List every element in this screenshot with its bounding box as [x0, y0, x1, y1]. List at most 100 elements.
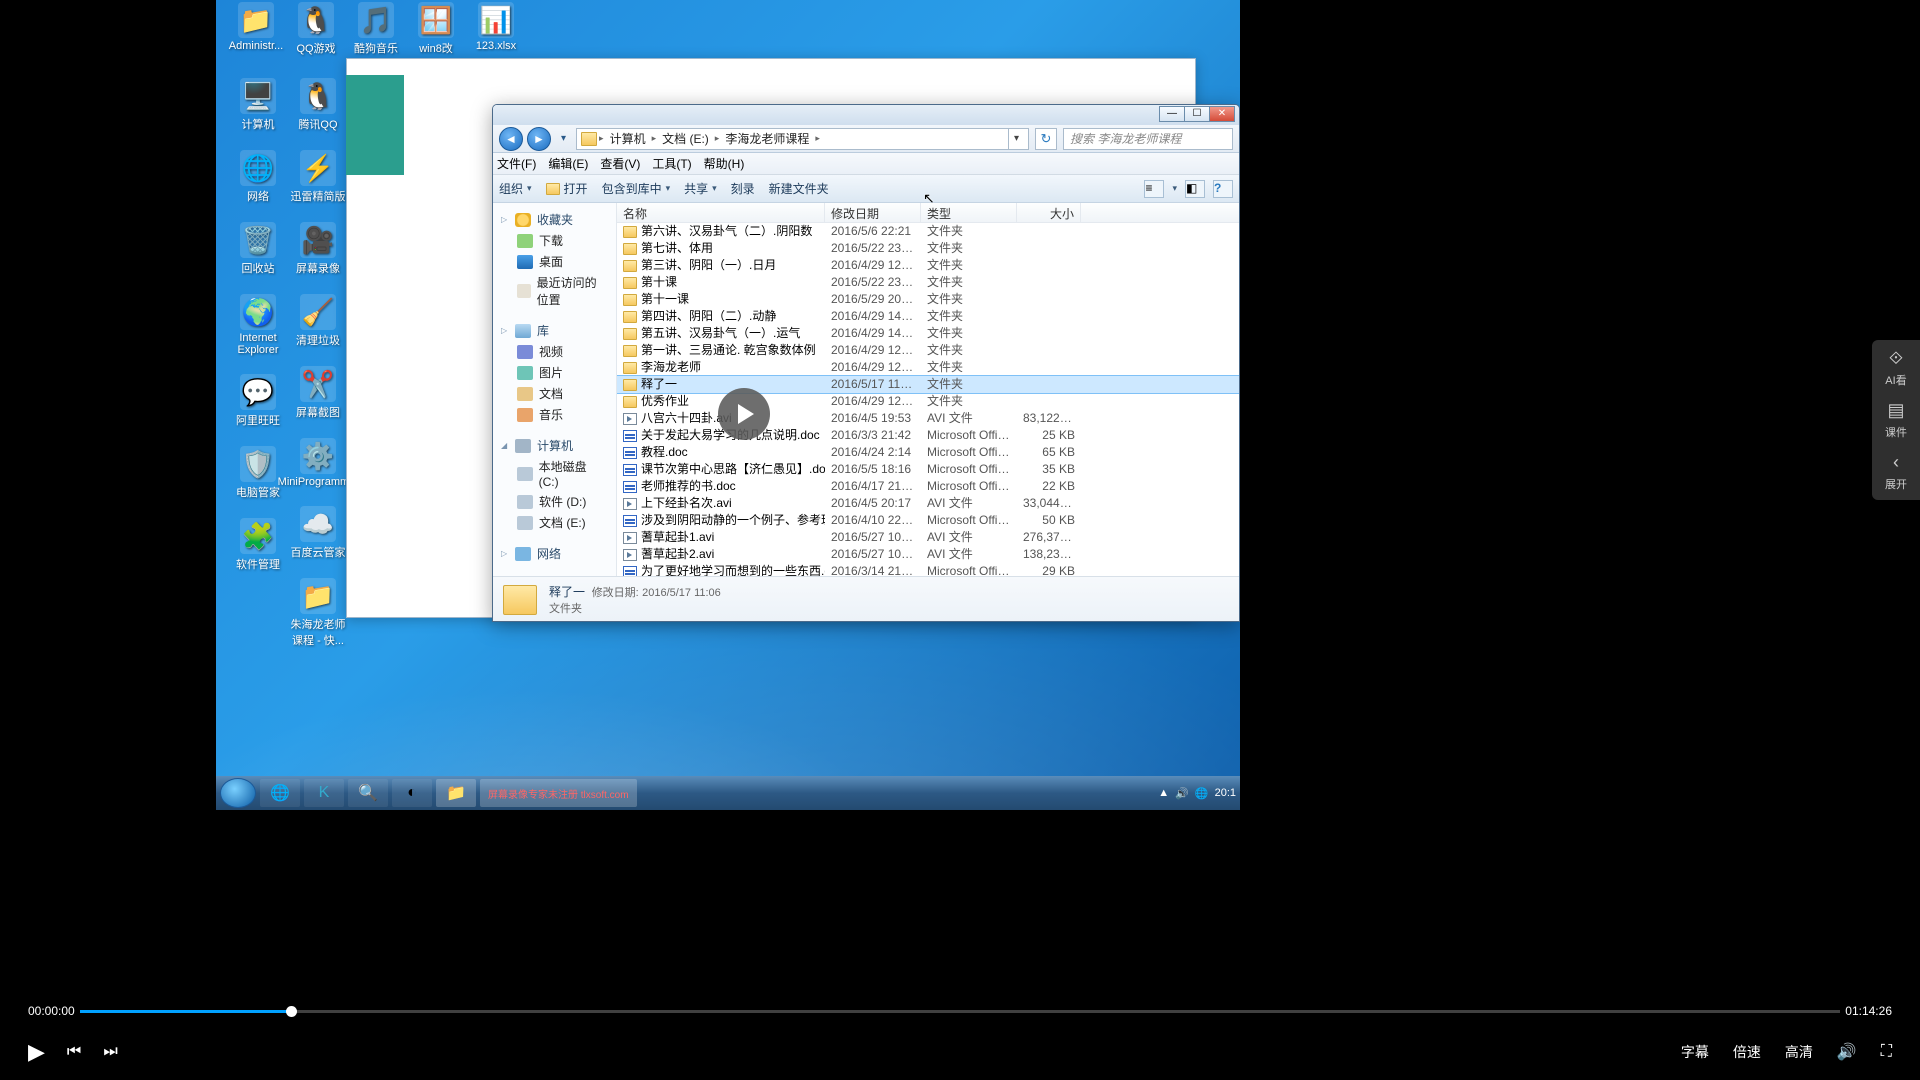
toolbar-include-library[interactable]: 包含到库中 — [602, 180, 671, 197]
fullscreen-button[interactable]: ⛶ — [1881, 1043, 1892, 1061]
explorer-titlebar[interactable]: — ☐ ✕ — [493, 105, 1239, 125]
file-row[interactable]: 第六讲、汉易卦气（二）.阴阳数2016/5/6 22:21文件夹 — [617, 223, 1239, 240]
next-button[interactable]: ⏭ — [103, 1043, 117, 1061]
nav-drive-c[interactable]: 本地磁盘 (C:) — [493, 456, 616, 491]
progress-bar[interactable] — [80, 1010, 1840, 1013]
file-row[interactable]: 上下经卦名次.avi2016/4/5 20:17AVI 文件33,044 KB — [617, 495, 1239, 512]
toolbar-open[interactable]: 打开 — [546, 180, 588, 197]
help-button[interactable]: ? — [1213, 180, 1233, 198]
side-expand[interactable]: ‹展开 — [1885, 452, 1907, 492]
tray-icon[interactable]: 🔊 — [1175, 787, 1189, 800]
taskbar-kugou-icon[interactable]: K — [304, 779, 344, 807]
file-row[interactable]: 蓍草起卦1.avi2016/5/27 10:17AVI 文件276,375 KB — [617, 529, 1239, 546]
desktop-icon[interactable]: 💬阿里旺旺 — [228, 374, 288, 428]
file-row[interactable]: 第十一课2016/5/29 20:17文件夹 — [617, 291, 1239, 308]
toolbar-organize[interactable]: 组织 — [499, 180, 532, 197]
taskbar-explorer-icon[interactable]: 📁 — [436, 779, 476, 807]
desktop-icon[interactable]: 🧩软件管理 — [228, 518, 288, 572]
column-size[interactable]: 大小 — [1017, 203, 1081, 222]
file-row[interactable]: 第七讲、体用2016/5/22 23:15文件夹 — [617, 240, 1239, 257]
desktop-icon[interactable]: 🧹清理垃圾 — [288, 294, 348, 348]
minimize-button[interactable]: — — [1159, 106, 1185, 122]
progress-knob[interactable] — [286, 1006, 297, 1017]
desktop-icon[interactable]: 📊123.xlsx — [466, 2, 526, 56]
file-row[interactable]: 第四讲、阴阳（二）.动静2016/4/29 14:20文件夹 — [617, 308, 1239, 325]
desktop-icon[interactable]: 🎵酷狗音乐 — [346, 2, 406, 56]
file-row[interactable]: 第五讲、汉易卦气（一）.运气2016/4/29 14:17文件夹 — [617, 325, 1239, 342]
nav-drive-e[interactable]: 文档 (E:) — [493, 512, 616, 533]
desktop-icon[interactable]: 🌐网络 — [228, 150, 288, 204]
nav-computer[interactable]: ◢计算机 — [493, 435, 616, 456]
desktop-icon[interactable]: ⚙️MiniProgramm... — [288, 438, 348, 488]
nav-music[interactable]: 音乐 — [493, 404, 616, 425]
desktop-icon[interactable]: 🖥️计算机 — [228, 78, 288, 132]
file-row[interactable]: 李海龙老师2016/4/29 12:17文件夹 — [617, 359, 1239, 376]
desktop-icon[interactable]: 🎥屏幕录像 — [288, 222, 348, 276]
play-button[interactable]: ▶ — [28, 1039, 45, 1065]
taskbar-app-icon[interactable]: ◐ — [392, 779, 432, 807]
quality-button[interactable]: 高清 — [1785, 1042, 1813, 1062]
file-row[interactable]: 第十课2016/5/22 23:13文件夹 — [617, 274, 1239, 291]
file-row[interactable]: 第一讲、三易通论. 乾宫象数体例2016/4/29 12:18文件夹 — [617, 342, 1239, 359]
nav-desktop[interactable]: 桌面 — [493, 251, 616, 272]
desktop-icon[interactable]: 🛡️电脑管家 — [228, 446, 288, 500]
taskbar-app-icon[interactable]: 屏幕录像专家未注册 tlxsoft.com — [480, 779, 637, 807]
desktop-icon[interactable]: 📁朱海龙老师课程 - 快... — [288, 578, 348, 648]
view-dropdown[interactable]: ▾ — [1172, 183, 1177, 194]
refresh-button[interactable]: ↻ — [1035, 128, 1057, 150]
menu-item[interactable]: 工具(T) — [652, 155, 691, 172]
breadcrumb-segment[interactable]: 文档 (E:) — [658, 130, 713, 147]
taskbar-ie-icon[interactable]: 🌐 — [260, 779, 300, 807]
nav-pictures[interactable]: 图片 — [493, 362, 616, 383]
side-courseware[interactable]: ▤课件 — [1885, 400, 1907, 440]
menu-item[interactable]: 文件(F) — [497, 155, 536, 172]
tray-clock[interactable]: 20:1 — [1215, 787, 1236, 799]
file-row[interactable]: 第三讲、阴阳（一）.日月2016/4/29 12:19文件夹 — [617, 257, 1239, 274]
file-row[interactable]: 蓍草起卦2.avi2016/5/27 10:52AVI 文件138,238 KB — [617, 546, 1239, 563]
nav-videos[interactable]: 视频 — [493, 341, 616, 362]
search-input[interactable]: 搜索 李海龙老师课程 — [1063, 128, 1233, 150]
tray-icon[interactable]: 🌐 — [1195, 787, 1209, 800]
nav-documents[interactable]: 文档 — [493, 383, 616, 404]
file-row[interactable]: 为了更好地学习而想到的一些东西.doc2016/3/14 21:00Micros… — [617, 563, 1239, 576]
column-type[interactable]: 类型 — [921, 203, 1017, 222]
close-button[interactable]: ✕ — [1209, 106, 1235, 122]
column-date[interactable]: 修改日期 — [825, 203, 921, 222]
windows-taskbar[interactable]: 🌐 K 🔍 ◐ 📁 屏幕录像专家未注册 tlxsoft.com ▲ 🔊 🌐 20… — [216, 776, 1240, 810]
tray-icon[interactable]: ▲ — [1158, 787, 1169, 799]
desktop-icon[interactable]: ☁️百度云管家 — [288, 506, 348, 560]
side-ai-watch[interactable]: ⟐AI看 — [1885, 348, 1906, 388]
nav-forward-button[interactable]: ► — [527, 127, 551, 151]
subtitle-button[interactable]: 字幕 — [1681, 1042, 1709, 1062]
column-name[interactable]: 名称 — [617, 203, 825, 222]
file-row[interactable]: 教程.doc2016/4/24 2:14Microsoft Office...6… — [617, 444, 1239, 461]
file-row[interactable]: 关于发起大易学习的几点说明.doc2016/3/3 21:42Microsoft… — [617, 427, 1239, 444]
breadcrumb-segment[interactable]: 李海龙老师课程 — [721, 130, 813, 147]
maximize-button[interactable]: ☐ — [1184, 106, 1210, 122]
toolbar-new-folder[interactable]: 新建文件夹 — [769, 180, 829, 197]
file-row[interactable]: 八宫六十四卦.avi2016/4/5 19:53AVI 文件83,122 KB — [617, 410, 1239, 427]
volume-button[interactable]: 🔊 — [1837, 1042, 1857, 1062]
prev-button[interactable]: ⏮ — [67, 1043, 81, 1061]
nav-network[interactable]: ▷网络 — [493, 543, 616, 564]
nav-downloads[interactable]: 下载 — [493, 230, 616, 251]
taskbar-sogou-icon[interactable]: 🔍 — [348, 779, 388, 807]
file-row[interactable]: 老师推荐的书.doc2016/4/17 21:51Microsoft Offic… — [617, 478, 1239, 495]
desktop-icon[interactable]: 🌍Internet Explorer — [228, 294, 288, 356]
toolbar-share[interactable]: 共享 — [684, 180, 717, 197]
file-row[interactable]: 课节次第中心思路【济仁愚见】.doc2016/5/5 18:16Microsof… — [617, 461, 1239, 478]
desktop-icon[interactable]: ✂️屏幕截图 — [288, 366, 348, 420]
breadcrumb-segment[interactable]: 计算机 — [606, 130, 650, 147]
menu-item[interactable]: 查看(V) — [600, 155, 640, 172]
file-row[interactable]: 释了一2016/5/17 11:06文件夹 — [617, 376, 1239, 393]
menu-item[interactable]: 帮助(H) — [704, 155, 745, 172]
file-row[interactable]: 涉及到阴阳动静的一个例子、参考理解上...2016/4/10 22:05Micr… — [617, 512, 1239, 529]
file-row[interactable]: 优秀作业2016/4/29 12:17文件夹 — [617, 393, 1239, 410]
nav-drive-d[interactable]: 软件 (D:) — [493, 491, 616, 512]
breadcrumb-dropdown[interactable]: ▾ — [1008, 129, 1024, 149]
preview-pane-button[interactable]: ◧ — [1185, 180, 1205, 198]
speed-button[interactable]: 倍速 — [1733, 1042, 1761, 1062]
nav-back-button[interactable]: ◄ — [499, 127, 523, 151]
nav-history-dropdown[interactable]: ▾ — [557, 133, 570, 144]
toolbar-burn[interactable]: 刻录 — [731, 180, 755, 197]
